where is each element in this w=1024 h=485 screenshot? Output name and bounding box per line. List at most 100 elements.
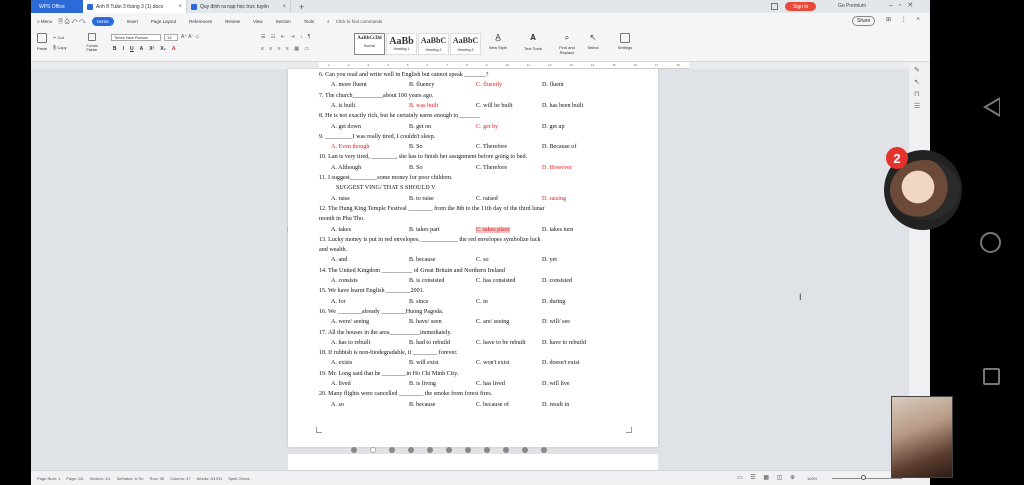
answer-option: B. had to rebuild [409, 339, 450, 346]
answer-option: B. because [409, 401, 436, 408]
page-dot[interactable] [522, 447, 528, 453]
question-continuation: month in Phu Tho. [319, 216, 365, 223]
pen-icon[interactable]: ✎ [914, 66, 930, 74]
list-buttons[interactable]: ☰ ☷ ⇤ ⇥ ↕ ¶ [261, 34, 312, 40]
page-dot[interactable] [446, 447, 452, 453]
zoom-slider[interactable] [832, 478, 902, 479]
question-stem: The United Kingdom __________ of Great B… [328, 267, 505, 274]
question-text: 13. Lucky money is put in red envelopes,… [319, 237, 541, 243]
style-preview: AaBbC [452, 36, 479, 45]
go-premium-link[interactable]: Go Premium [838, 3, 866, 9]
menu-tools[interactable]: Tools [304, 19, 315, 24]
select-button[interactable]: ↖ Select [584, 33, 602, 50]
new-style-button[interactable]: A̲ New Style [486, 33, 510, 50]
question-stem: He is not exactly rich, but he certainly… [325, 113, 480, 120]
page-dot[interactable] [370, 447, 376, 453]
menu-button[interactable]: ≡ Menu [37, 19, 52, 24]
text-tools-button[interactable]: 𝐀 Text Tools [521, 33, 545, 51]
new-tab-button[interactable]: + [299, 2, 304, 12]
close-icon[interactable]: × [282, 4, 286, 10]
page-dot[interactable] [351, 447, 357, 453]
menu-references[interactable]: References [189, 19, 212, 24]
close-icon[interactable]: × [178, 4, 182, 10]
answer-option: C. are/ seeing [476, 319, 510, 326]
page-dot[interactable] [389, 447, 395, 453]
answer-option: A. Even though [331, 144, 370, 151]
document-page[interactable]: 6. Can you read and write well in Englis… [288, 69, 658, 447]
zoom-slider-handle[interactable] [861, 475, 866, 480]
align-buttons[interactable]: ≡ ≡ ≡ ≡ ▦ ▭ [261, 46, 311, 52]
page-count[interactable]: Page: 1/6 [66, 476, 83, 481]
quick-access-icons[interactable]: 🗎 ⎙ ↶ ↷ [58, 17, 85, 27]
paste-icon [37, 33, 47, 43]
sign-in-button[interactable]: Sign in [785, 2, 817, 11]
recent-apps-icon[interactable] [983, 368, 1000, 385]
window-icon[interactable] [771, 3, 778, 10]
style-heading-1[interactable]: AaBb Heading 1 [386, 33, 417, 55]
word-count[interactable]: Words: 3/1911 [197, 476, 223, 481]
tab-document-2[interactable]: Quy định ra nạp học trực tuyến × [187, 0, 291, 13]
question-stem: I suggest_________some money for poor ch… [327, 175, 453, 181]
settings-button[interactable]: Settings [614, 33, 636, 50]
page-dot[interactable] [484, 447, 490, 453]
menu-review[interactable]: Review [225, 19, 240, 24]
page-num[interactable]: Page Num: 1 [37, 476, 60, 481]
font-format-buttons[interactable]: B I U A X² X₂ A [113, 46, 181, 52]
cut-button[interactable]: ✂ Cut [53, 35, 64, 40]
question-number: 8. [319, 113, 324, 120]
lock-icon[interactable]: ⊓ [914, 90, 930, 98]
question-note: SUGGEST VING/ THAT S SHOULD V [336, 185, 436, 192]
answer-option: B. since [409, 298, 429, 305]
copy-button[interactable]: ⎘ Copy [53, 45, 67, 50]
video-call-pip[interactable] [891, 396, 953, 478]
answer-option: B. to raise [409, 195, 434, 202]
question-text: 12. The Hung King Temple Festival ______… [319, 206, 545, 212]
font-name-select[interactable]: Times New Roman [111, 34, 161, 41]
find-replace-button[interactable]: ⌕ Find and Replace [554, 33, 580, 55]
question-continuation: and wealth. [319, 247, 348, 254]
style-heading-2[interactable]: AaBbC Heading 2 [418, 33, 449, 55]
page-dot[interactable] [541, 447, 547, 453]
tab-label: Quy định ra nạp học trực tuyến [200, 3, 269, 10]
view-mode-icons[interactable]: ▭ ☰ ▦ ◫ ⊕ [737, 474, 798, 481]
window-controls[interactable]: –▫✕ [889, 1, 919, 9]
paste-button[interactable]: Paste [35, 33, 49, 51]
answer-option: B. is living [409, 381, 436, 387]
menu-home[interactable]: Home [91, 17, 114, 26]
font-size-grow-icons[interactable]: A⁺ A⁻ ◇ [181, 34, 199, 40]
share-button[interactable]: Share [852, 16, 876, 26]
list-icon[interactable]: ☰ [914, 102, 930, 110]
page-dot[interactable] [427, 447, 433, 453]
answer-option: B. was built [409, 102, 439, 109]
style-heading-3[interactable]: AaBbC Heading 3 [450, 33, 481, 55]
page-thumbnails[interactable] [351, 447, 547, 453]
menu-page-layout[interactable]: Page Layout [151, 19, 176, 24]
ribbon-toggle-icons[interactable]: ⊞ ⋮ ˄ [886, 16, 924, 23]
menu-view[interactable]: View [253, 19, 263, 24]
answer-option: C. takes place [476, 226, 511, 233]
ruler[interactable]: 1 2 3 4 5 6 7 8 9 10 11 12 13 14 15 16 17 18 [319, 62, 689, 69]
question-text: 18. If rubbish is non-biodegradable, it … [319, 350, 457, 356]
wps-writer-window: WPS Office Anh 8 Tuần 3 tháng 3 (1).docx… [31, 0, 930, 485]
answer-option: D. result in [542, 401, 570, 408]
document-area[interactable]: ⎘· 6. Can you read and write well in Eng… [31, 69, 930, 484]
menu-section[interactable]: Section [276, 19, 291, 24]
home-icon[interactable] [980, 232, 1001, 253]
question-text: 14. The United Kingdom __________ of Gre… [319, 268, 505, 274]
pointer-icon[interactable]: ↖ [914, 78, 930, 86]
font-size-select[interactable]: 13 [164, 34, 178, 41]
spell-check-button[interactable]: Spell Check [228, 476, 249, 481]
find-commands-input[interactable]: Click to find commands [336, 19, 383, 24]
format-painter-button[interactable]: Format Painter [83, 33, 101, 52]
style-normal[interactable]: AaBbCcDd Normal [354, 33, 385, 55]
menu-insert[interactable]: Insert [127, 19, 138, 24]
wps-brand[interactable]: WPS Office [31, 0, 83, 13]
page-dot[interactable] [465, 447, 471, 453]
question-stem: Can you read and write well in English b… [325, 72, 489, 78]
page-dot[interactable] [503, 447, 509, 453]
answer-option: A. takes [331, 226, 351, 233]
zoom-level[interactable]: 100% [807, 476, 817, 481]
tab-document[interactable]: Anh 8 Tuần 3 tháng 3 (1).docx × [83, 0, 187, 13]
page-dot[interactable] [408, 447, 414, 453]
section-info: Section: 1/1 [89, 475, 111, 481]
